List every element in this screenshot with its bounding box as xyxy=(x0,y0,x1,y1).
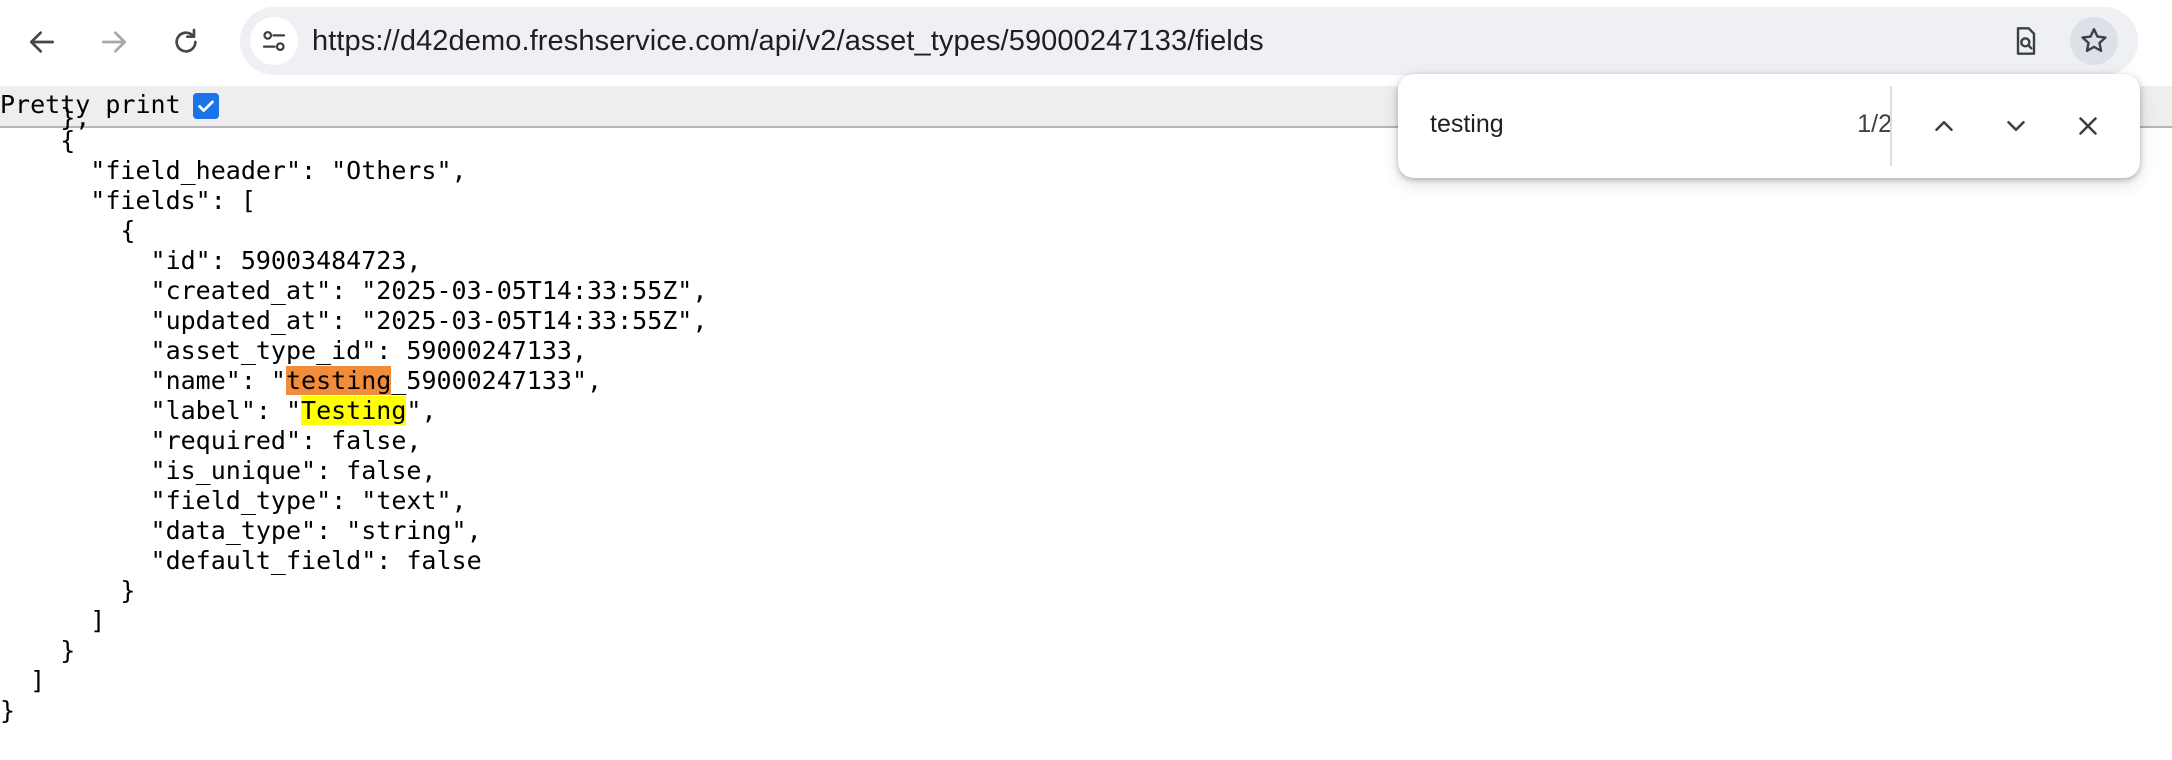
json-line-label: "label": "Testing", xyxy=(0,396,707,426)
json-line: ] xyxy=(0,606,106,635)
checkmark-icon xyxy=(198,100,214,112)
json-line-name: "name": "testing_59000247133", xyxy=(0,366,707,396)
json-text: "name": " xyxy=(0,366,286,395)
browser-toolbar: https://d42demo.freshservice.com/api/v2/… xyxy=(0,0,2172,82)
chevron-down-icon xyxy=(2007,121,2025,131)
close-icon xyxy=(2079,117,2097,135)
json-text: "label": " xyxy=(0,396,302,425)
json-line: "updated_at": "2025-03-05T14:33:55Z", xyxy=(0,306,708,335)
json-text: _59000247133", xyxy=(391,366,603,395)
json-text: ", xyxy=(406,396,437,425)
find-divider xyxy=(1890,86,1892,166)
json-line: "field_type": "text", xyxy=(0,486,467,515)
reload-button[interactable] xyxy=(158,14,214,70)
back-arrow-icon xyxy=(30,31,54,53)
json-line: } xyxy=(0,576,136,605)
bookmark-star-icon xyxy=(2081,28,2107,53)
find-close-button[interactable] xyxy=(2062,100,2114,152)
chevron-up-icon xyxy=(1935,121,1953,131)
json-line: } xyxy=(0,636,76,665)
json-line: ] xyxy=(0,666,46,695)
json-line: "fields": [ xyxy=(0,186,256,215)
json-line: }, xyxy=(0,103,91,132)
json-content: }, { "field_header": "Others", "fields":… xyxy=(0,103,708,726)
json-line: "field_header": "Others", xyxy=(0,156,467,185)
page-search-button[interactable] xyxy=(2002,17,2050,65)
json-line: { xyxy=(0,216,136,245)
reload-icon xyxy=(175,28,197,53)
address-bar[interactable]: https://d42demo.freshservice.com/api/v2/… xyxy=(240,7,2138,75)
forward-button[interactable] xyxy=(86,14,142,70)
json-line: "is_unique": false, xyxy=(0,456,437,485)
active-search-match: testing xyxy=(285,366,392,395)
site-info-button[interactable] xyxy=(250,17,298,65)
json-line: { xyxy=(0,126,76,155)
find-match-count: 1/2 xyxy=(1857,110,1892,138)
find-next-button[interactable] xyxy=(1990,100,2042,152)
page-search-icon xyxy=(2016,27,2036,55)
json-line: "default_field": false xyxy=(0,546,482,575)
site-settings-icon xyxy=(262,31,286,51)
bookmark-button[interactable] xyxy=(2070,17,2118,65)
find-input[interactable] xyxy=(1430,104,1790,144)
json-line: } xyxy=(0,696,16,725)
pretty-print-checkbox[interactable] xyxy=(193,93,219,119)
find-previous-button[interactable] xyxy=(1918,100,1970,152)
json-line: "required": false, xyxy=(0,426,422,455)
url-text[interactable]: https://d42demo.freshservice.com/api/v2/… xyxy=(312,7,1264,75)
search-match: Testing xyxy=(301,396,407,425)
forward-arrow-icon xyxy=(102,31,126,53)
json-line: "created_at": "2025-03-05T14:33:55Z", xyxy=(0,276,708,305)
json-line: "id": 59003484723, xyxy=(0,246,422,275)
json-line: "asset_type_id": 59000247133, xyxy=(0,336,588,365)
find-bar: 1/2 xyxy=(1398,74,2140,178)
json-line: "data_type": "string", xyxy=(0,516,482,545)
back-button[interactable] xyxy=(14,14,70,70)
